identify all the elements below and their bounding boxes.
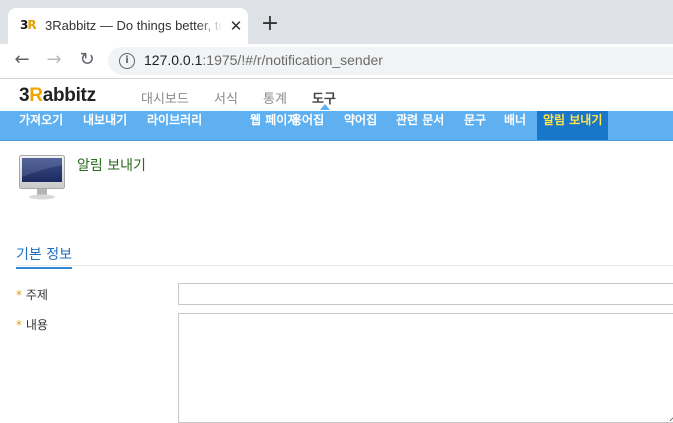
sub-nav-bar: 가져오기 내보내기 라이브러리 웹 페이지 용어집 약어집 관련 문서 문구 배… bbox=[0, 111, 673, 141]
browser-toolbar: ← → ↻ i 127.0.0.1:1975/!#/r/notification… bbox=[0, 44, 673, 79]
subnav-send-notification[interactable]: 알림 보내기 bbox=[537, 111, 609, 140]
subnav-banner[interactable]: 배너 bbox=[498, 111, 532, 140]
tab-title: 3Rabbitz — Do things better, together bbox=[45, 18, 223, 36]
browser-tab-bar: 3R 3Rabbitz — Do things better, together… bbox=[0, 0, 673, 44]
back-icon[interactable]: ← bbox=[10, 49, 34, 73]
subnav-phrases[interactable]: 문구 bbox=[458, 111, 492, 140]
monitor-icon bbox=[19, 155, 65, 200]
reload-icon[interactable]: ↻ bbox=[75, 49, 99, 73]
app-header: 3Rabbitz 대시보드 서식 통계 도구 bbox=[0, 79, 673, 111]
subnav-abbreviations[interactable]: 약어집 bbox=[338, 111, 383, 140]
subnav-export[interactable]: 내보내기 bbox=[77, 111, 133, 140]
subnav-related-docs[interactable]: 관련 문서 bbox=[390, 111, 450, 140]
url-text[interactable]: 127.0.0.1:1975/!#/r/notification_sender bbox=[144, 52, 383, 68]
topnav-statistics[interactable]: 통계 bbox=[263, 88, 287, 107]
topnav-dashboard[interactable]: 대시보드 bbox=[141, 88, 189, 107]
section-divider bbox=[16, 265, 673, 266]
forward-icon[interactable]: → bbox=[42, 49, 66, 73]
subject-input[interactable] bbox=[178, 283, 673, 305]
required-mark: * bbox=[16, 288, 22, 302]
address-bar[interactable]: i 127.0.0.1:1975/!#/r/notification_sende… bbox=[108, 47, 673, 75]
content-label: * 내용 bbox=[16, 318, 48, 332]
required-mark: * bbox=[16, 318, 22, 332]
page-title: 알림 보내기 bbox=[77, 158, 146, 174]
subnav-library[interactable]: 라이브러리 bbox=[141, 111, 208, 140]
subnav-glossary[interactable]: 용어집 bbox=[285, 111, 330, 140]
subnav-import[interactable]: 가져오기 bbox=[13, 111, 69, 140]
topnav-forms[interactable]: 서식 bbox=[214, 88, 238, 107]
favicon-icon: 3R bbox=[20, 18, 37, 32]
close-tab-icon[interactable]: ✕ bbox=[226, 16, 246, 36]
new-tab-button[interactable]: + bbox=[258, 12, 282, 36]
active-nav-caret bbox=[320, 104, 330, 110]
site-info-icon[interactable]: i bbox=[119, 53, 135, 69]
browser-tab[interactable]: 3R 3Rabbitz — Do things better, together… bbox=[8, 8, 248, 44]
app-logo[interactable]: 3Rabbitz bbox=[19, 85, 96, 107]
subject-label: * 주제 bbox=[16, 288, 48, 302]
